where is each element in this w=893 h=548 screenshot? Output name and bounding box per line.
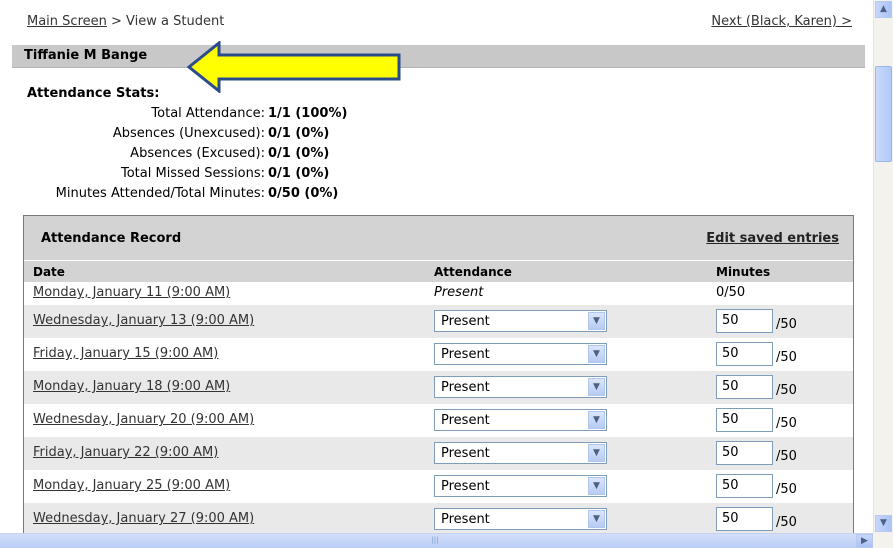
next-student-link[interactable]: Next (Black, Karen) >	[711, 14, 852, 29]
session-date-link[interactable]: Monday, January 18 (9:00 AM)	[33, 379, 230, 394]
attendance-select[interactable]: Present ▼	[434, 343, 607, 365]
attendance-rows: Monday, January 11 (9:00 AM) Present 0/50 W…	[24, 282, 853, 533]
attendance-row: Monday, January 11 (9:00 AM) Present 0/50	[24, 282, 853, 305]
chevron-down-icon[interactable]: ▼	[588, 411, 605, 429]
session-date-link[interactable]: Monday, January 25 (9:00 AM)	[33, 478, 230, 493]
minutes-total: /50	[776, 317, 797, 332]
attendance-row: Wednesday, January 20 (9:00 AM) Present ▼ 5…	[24, 404, 853, 437]
attendance-select[interactable]: Present ▼	[434, 310, 607, 332]
stat-value: 0/50 (0%)	[268, 186, 339, 201]
breadcrumb-separator: >	[106, 14, 127, 29]
chevron-down-icon[interactable]: ▼	[588, 444, 605, 462]
chevron-down-icon[interactable]: ▼	[588, 477, 605, 495]
attendance-select-value: Present	[441, 380, 490, 395]
stat-value: 1/1 (100%)	[268, 106, 348, 121]
attendance-select[interactable]: Present ▼	[434, 409, 607, 431]
stat-row: Minutes Attended/Total Minutes: 0/50 (0%)	[27, 186, 347, 206]
attendance-record-panel: Attendance Record Edit saved entries Dat…	[23, 215, 854, 533]
attendance-stats: Total Attendance: 1/1 (100%) Absences (Une…	[27, 106, 348, 206]
chevron-down-icon[interactable]: ▼	[588, 510, 605, 528]
attendance-select[interactable]: Present ▼	[434, 376, 607, 398]
column-headers: Date Attendance Minutes	[24, 260, 853, 282]
attendance-row: Wednesday, January 27 (9:00 AM) Present ▼ 5…	[24, 503, 853, 533]
breadcrumb: Main Screen > View a Student	[27, 14, 224, 29]
vertical-scroll-thumb[interactable]	[875, 66, 892, 162]
top-navigation: Main Screen > View a Student Next (Black…	[27, 14, 852, 32]
yellow-arrow-annotation	[187, 41, 401, 93]
chevron-down-icon[interactable]: ▼	[588, 312, 605, 330]
minutes-input[interactable]: 50	[716, 507, 773, 531]
minutes-column-header: Minutes	[716, 265, 771, 279]
attendance-column-header: Attendance	[434, 265, 512, 279]
stat-row: Absences (Excused): 0/1 (0%)	[27, 146, 347, 166]
edit-saved-entries-link[interactable]: Edit saved entries	[706, 231, 839, 246]
attendance-record-header: Attendance Record Edit saved entries	[24, 216, 853, 260]
minutes-total: /50	[776, 515, 797, 530]
minutes-input[interactable]: 50	[716, 408, 773, 432]
stat-value: 0/1 (0%)	[268, 146, 330, 161]
scroll-grip-icon: |||	[431, 536, 439, 544]
attendance-select[interactable]: Present ▼	[434, 475, 607, 497]
attendance-row: Friday, January 22 (9:00 AM) Present ▼ 50/5…	[24, 437, 853, 470]
minutes-value: 0/50	[716, 285, 746, 300]
attendance-select-value: Present	[441, 446, 490, 461]
breadcrumb-current: View a Student	[126, 14, 225, 29]
stat-row: Absences (Unexcused): 0/1 (0%)	[27, 126, 347, 146]
scrollbar-corner	[873, 533, 893, 548]
attendance-select-value: Present	[441, 413, 490, 428]
stat-value: 0/1 (0%)	[268, 166, 330, 181]
attendance-select-value: Present	[441, 347, 490, 362]
main-screen-link[interactable]: Main Screen	[27, 14, 107, 29]
attendance-select-value: Present	[441, 479, 490, 494]
minutes-total: /50	[776, 482, 797, 497]
stat-row: Total Attendance: 1/1 (100%)	[27, 106, 347, 126]
horizontal-scrollbar[interactable]: ||| ▶	[0, 533, 873, 548]
attendance-row: Monday, January 25 (9:00 AM) Present ▼ 50/5…	[24, 470, 853, 503]
attendance-select[interactable]: Present ▼	[434, 442, 607, 464]
stat-label: Absences (Excused):	[130, 146, 265, 161]
stat-row: Total Missed Sessions: 0/1 (0%)	[27, 166, 347, 186]
page-content: Main Screen > View a Student Next (Black…	[0, 0, 873, 533]
student-name: Tiffanie M Bange	[24, 48, 148, 63]
minutes-input[interactable]: 50	[716, 375, 773, 399]
minutes-total: /50	[776, 416, 797, 431]
attendance-status: Present	[434, 285, 484, 300]
session-date-link[interactable]: Friday, January 15 (9:00 AM)	[33, 346, 218, 361]
minutes-input[interactable]: 50	[716, 309, 773, 333]
session-date-link[interactable]: Wednesday, January 27 (9:00 AM)	[33, 511, 254, 526]
session-date-link[interactable]: Monday, January 11 (9:00 AM)	[33, 285, 230, 300]
attendance-select[interactable]: Present ▼	[434, 508, 607, 530]
date-column-header: Date	[33, 265, 65, 279]
minutes-total: /50	[776, 383, 797, 398]
stat-label: Total Missed Sessions:	[120, 166, 265, 181]
minutes-input[interactable]: 50	[716, 342, 773, 366]
attendance-stats-heading: Attendance Stats:	[27, 86, 160, 101]
attendance-row: Wednesday, January 13 (9:00 AM) Present ▼ 5…	[24, 305, 853, 338]
attendance-row: Monday, January 18 (9:00 AM) Present ▼ 50/5…	[24, 371, 853, 404]
attendance-record-title: Attendance Record	[41, 231, 182, 246]
attendance-row: Friday, January 15 (9:00 AM) Present ▼ 50/5…	[24, 338, 853, 371]
stat-label: Minutes Attended/Total Minutes:	[55, 186, 265, 201]
chevron-down-icon[interactable]: ▼	[588, 378, 605, 396]
vertical-scrollbar[interactable]: ▲ ▼	[873, 0, 893, 533]
scroll-down-arrow-icon[interactable]: ▼	[875, 515, 892, 532]
scroll-right-arrow-icon[interactable]: ▶	[856, 534, 873, 548]
session-date-link[interactable]: Wednesday, January 13 (9:00 AM)	[33, 313, 254, 328]
stat-label: Total Attendance:	[151, 106, 265, 121]
minutes-total: /50	[776, 350, 797, 365]
minutes-input[interactable]: 50	[716, 474, 773, 498]
minutes-total: /50	[776, 449, 797, 464]
chevron-down-icon[interactable]: ▼	[588, 345, 605, 363]
minutes-input[interactable]: 50	[716, 441, 773, 465]
attendance-select-value: Present	[441, 314, 490, 329]
scroll-up-arrow-icon[interactable]: ▲	[875, 1, 892, 18]
student-name-bar: Tiffanie M Bange	[12, 45, 865, 68]
stat-label: Absences (Unexcused):	[112, 126, 265, 141]
session-date-link[interactable]: Wednesday, January 20 (9:00 AM)	[33, 412, 254, 427]
session-date-link[interactable]: Friday, January 22 (9:00 AM)	[33, 445, 218, 460]
stat-value: 0/1 (0%)	[268, 126, 330, 141]
attendance-select-value: Present	[441, 512, 490, 527]
